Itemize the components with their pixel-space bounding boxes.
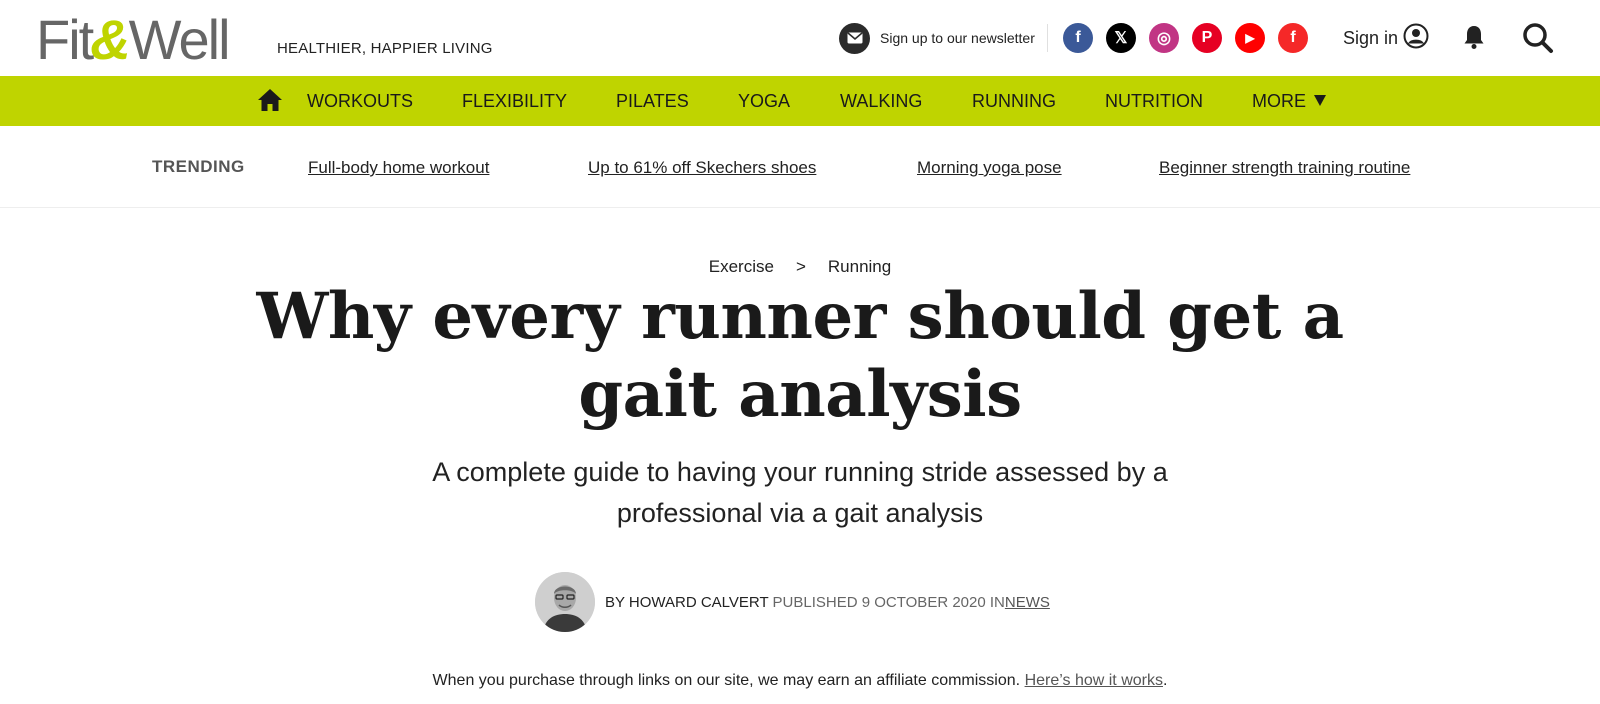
logo-text-well: Well <box>128 8 231 71</box>
search-icon[interactable] <box>1522 22 1554 59</box>
dropdown-arrow-icon <box>1314 95 1326 106</box>
header-divider <box>1047 24 1048 52</box>
trending-bar: TRENDING Full-body home workout Up to 61… <box>0 126 1600 208</box>
nav-item-running[interactable]: RUNNING <box>972 76 1056 126</box>
envelope-icon <box>839 22 870 54</box>
logo-ampersand: & <box>90 8 131 71</box>
article-title: Why every runner should get a gait analy… <box>256 279 1344 432</box>
flipboard-link[interactable]: f <box>1278 23 1308 53</box>
disclaimer-text: When you purchase through links on our s… <box>432 672 1021 689</box>
publish-date: PUBLISHED 9 OCTOBER 2020 <box>772 593 986 611</box>
logo-text-fit: Fit <box>36 8 94 71</box>
x-icon: 𝕏 <box>1114 30 1128 47</box>
main-nav: WORKOUTS FLEXIBILITY PILATES YOGA WALKIN… <box>0 76 1600 126</box>
nav-item-pilates[interactable]: PILATES <box>616 76 689 126</box>
nav-item-walking[interactable]: WALKING <box>840 76 922 126</box>
category-link[interactable]: NEWS <box>1005 594 1050 611</box>
affiliate-disclaimer: When you purchase through links on our s… <box>0 672 1600 690</box>
pinterest-link[interactable]: P <box>1192 23 1222 53</box>
trending-link[interactable]: Up to 61% off Skechers shoes <box>588 158 816 178</box>
breadcrumb-separator: > <box>795 257 806 276</box>
instagram-link[interactable]: ◎ <box>1149 23 1179 53</box>
notifications-bell-icon[interactable] <box>1463 24 1485 55</box>
how-it-works-link[interactable]: Here’s how it works <box>1025 672 1163 689</box>
author-name[interactable]: BY HOWARD CALVERT <box>605 594 768 611</box>
pinterest-icon: P <box>1201 29 1213 46</box>
newsletter-signup-link[interactable]: Sign up to our newsletter <box>839 22 1035 54</box>
breadcrumb-exercise[interactable]: Exercise <box>709 257 774 276</box>
nav-item-flexibility[interactable]: FLEXIBILITY <box>462 76 567 126</box>
youtube-icon: ▶ <box>1245 31 1255 45</box>
breadcrumb: Exercise > Running <box>0 257 1600 277</box>
trending-link[interactable]: Morning yoga pose <box>917 158 1062 178</box>
nav-item-workouts[interactable]: WORKOUTS <box>307 76 413 126</box>
instagram-icon: ◎ <box>1157 30 1171 47</box>
sign-in-button[interactable]: Sign in <box>1343 22 1429 54</box>
flipboard-icon: f <box>1290 29 1296 46</box>
youtube-link[interactable]: ▶ <box>1235 23 1265 53</box>
trending-link[interactable]: Beginner strength training routine <box>1159 158 1410 178</box>
x-link[interactable]: 𝕏 <box>1106 23 1136 53</box>
sign-in-label: Sign in <box>1343 27 1399 48</box>
nav-item-yoga[interactable]: YOGA <box>738 76 790 126</box>
author-avatar[interactable] <box>535 572 595 632</box>
category-prefix: IN <box>989 593 1005 611</box>
newsletter-label: Sign up to our newsletter <box>880 30 1035 46</box>
user-account-icon <box>1403 23 1429 54</box>
facebook-link[interactable]: f <box>1063 23 1093 53</box>
trending-link[interactable]: Full-body home workout <box>308 158 489 178</box>
site-logo[interactable]: Fit & Well <box>36 8 231 71</box>
breadcrumb-running[interactable]: Running <box>828 257 891 276</box>
article-subtitle: A complete guide to having your running … <box>432 457 1168 528</box>
nav-item-nutrition[interactable]: NUTRITION <box>1105 76 1203 126</box>
nav-item-more[interactable]: MORE <box>1252 76 1326 126</box>
article-byline: BY HOWARD CALVERT PUBLISHED 9 OCTOBER 20… <box>535 571 1050 633</box>
disclaimer-period: . <box>1162 672 1168 689</box>
site-tagline: HEALTHIER, HAPPIER LIVING <box>277 40 493 57</box>
trending-label: TRENDING <box>152 157 245 176</box>
byline-text: BY HOWARD CALVERT PUBLISHED 9 OCTOBER 20… <box>605 594 1050 611</box>
nav-more-label: MORE <box>1252 91 1306 111</box>
site-header: Fit & Well HEALTHIER, HAPPIER LIVING Sig… <box>0 0 1600 76</box>
home-icon[interactable] <box>257 88 283 117</box>
facebook-icon: f <box>1075 29 1081 46</box>
